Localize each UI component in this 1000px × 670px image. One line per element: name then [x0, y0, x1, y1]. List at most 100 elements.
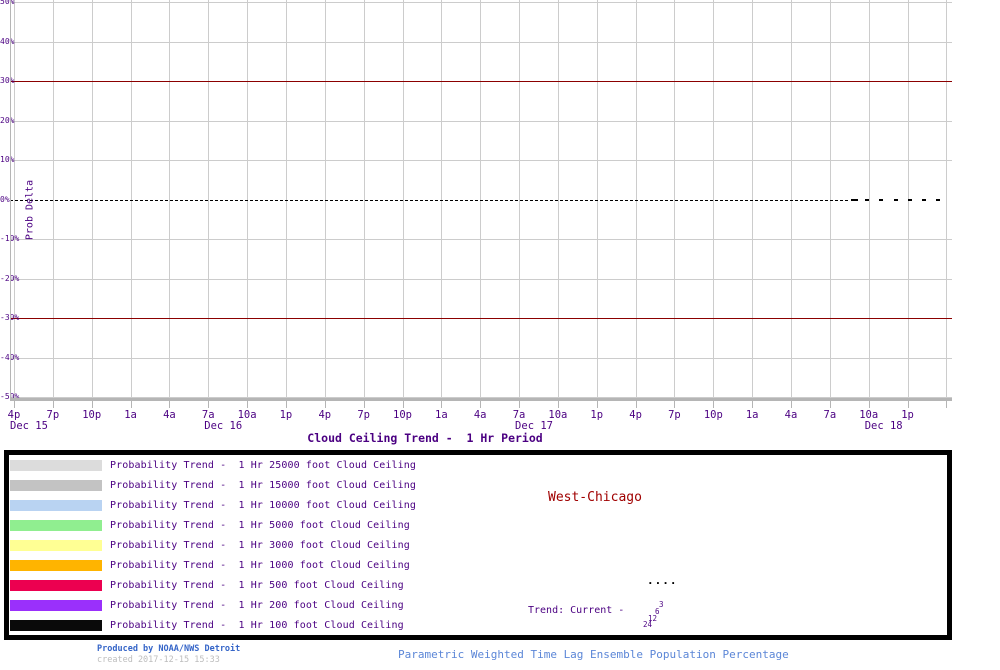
- station-label: West-Chicago: [548, 490, 642, 505]
- x-tick-label: 10a: [237, 409, 257, 421]
- y-gridline: [10, 2, 952, 3]
- cloud-ceiling-trend-chart: 4p 7p 10p 1a 4a 7a 10a 1p 4p 7p 10p 1a 4a 7a 10a 1p 4p 7p…: [0, 0, 1000, 670]
- x-tick-mark: [208, 401, 210, 408]
- x-tick-mark: [946, 401, 948, 408]
- plot-area: 4p 7p 10p 1a 4a 7a 10a 1p 4p 7p 10p 1a 4a 7a 10a 1p 4p 7p…: [0, 0, 1000, 450]
- legend-swatch: [10, 500, 102, 511]
- y-gridline: [10, 160, 952, 161]
- x-tick-label: 1p: [590, 409, 604, 421]
- legend-swatch: [10, 540, 102, 551]
- x-tick-mark: [752, 401, 754, 408]
- y-axis-title: Prob Delta: [24, 179, 36, 241]
- x-tick-label: 10a: [548, 409, 568, 421]
- x-gridline: [946, 0, 948, 398]
- x-tick-mark: [713, 401, 715, 408]
- x-date-label: Dec 17: [515, 420, 553, 432]
- x-tick-mark: [557, 401, 559, 408]
- legend-label: Probability Trend - 1 Hr 25000 foot Clou…: [110, 460, 417, 471]
- x-tick-mark: [791, 401, 792, 408]
- y-tick-label: 40%: [0, 36, 15, 46]
- x-tick-label: 10p: [393, 409, 412, 421]
- x-date-label: Dec 15: [10, 420, 48, 432]
- x-tick-label: 1a: [435, 409, 448, 421]
- y-gridline: [10, 41, 952, 43]
- x-tick-label: 10p: [703, 409, 723, 421]
- y-tick-label: 10%: [0, 155, 15, 164]
- x-tick-mark: [519, 401, 521, 408]
- x-tick-mark: [363, 401, 365, 408]
- x-tick-label: 7p: [668, 409, 681, 421]
- legend-label: Probability Trend - 1 Hr 15000 foot Clou…: [110, 480, 417, 491]
- zero-line-data-dash: [851, 198, 858, 201]
- x-tick-label: 10a: [859, 409, 879, 421]
- x-tick-label: 10p: [82, 409, 102, 421]
- x-tick-mark: [14, 401, 15, 408]
- x-tick-label: 4a: [473, 409, 487, 421]
- legend-label: Probability Trend - 1 Hr 100 foot Cloud …: [110, 620, 404, 631]
- x-tick-mark: [324, 401, 326, 408]
- y-tick-label: 20%: [0, 115, 15, 125]
- footer-method-label: Parametric Weighted Time Lag Ensemble Po…: [398, 648, 789, 661]
- trend-hour-24: 24: [643, 620, 653, 629]
- x-tick-mark: [829, 401, 831, 408]
- x-tick-mark: [635, 401, 637, 408]
- x-tick-label: 1p: [279, 409, 293, 421]
- y-tick-label: 50%: [0, 0, 15, 6]
- x-tick-mark: [441, 401, 443, 408]
- x-tick-mark: [480, 401, 482, 408]
- y-tick-label: 30%: [0, 76, 15, 85]
- x-tick-label: 7a: [512, 409, 526, 421]
- x-tick-label: 4p: [629, 409, 642, 421]
- zero-dashed-line: [10, 199, 850, 201]
- x-tick-label: 1p: [901, 409, 914, 421]
- legend-swatch: [10, 560, 102, 571]
- x-tick-label: 7p: [357, 409, 370, 421]
- x-tick-label: 1a: [745, 409, 759, 421]
- y-gridline: [10, 357, 952, 359]
- legend-swatch: [10, 480, 102, 491]
- legend-label: Probability Trend - 1 Hr 200 foot Cloud …: [110, 600, 404, 611]
- x-tick-mark: [285, 401, 287, 408]
- x-axis-line: [10, 398, 952, 401]
- x-tick-mark: [402, 401, 404, 408]
- x-tick-label: 4a: [784, 409, 798, 421]
- legend-label: Probability Trend - 1 Hr 500 foot Cloud …: [110, 580, 404, 591]
- legend-swatch: [10, 600, 102, 611]
- x-tick-mark: [596, 401, 598, 408]
- zero-line-data-dash: [922, 198, 926, 201]
- legend-label: Probability Trend - 1 Hr 10000 foot Clou…: [110, 500, 417, 511]
- x-tick-mark: [52, 401, 54, 408]
- x-date-label: Dec 18: [864, 420, 903, 432]
- legend-swatch: [10, 580, 102, 591]
- x-tick-label: 7a: [201, 409, 215, 421]
- reference-line: [10, 81, 952, 82]
- x-tick-mark: [907, 401, 909, 408]
- x-tick-mark: [247, 401, 249, 408]
- chart-title: Cloud Ceiling Trend - 1 Hr Period: [307, 431, 543, 445]
- x-tick-mark: [169, 401, 171, 408]
- x-tick-label: 4a: [163, 409, 176, 421]
- x-tick-label: 4p: [7, 409, 21, 421]
- zero-line-data-dash: [865, 198, 870, 201]
- reference-line: [10, 318, 952, 319]
- x-tick-mark: [91, 401, 93, 408]
- zero-line-data-dash: [879, 198, 884, 201]
- x-tick-label: 4p: [318, 409, 332, 421]
- zero-line-data-dash: [907, 198, 912, 201]
- y-gridline: [10, 120, 952, 122]
- x-tick-label: 7a: [823, 409, 837, 421]
- footer-created-timestamp: created 2017-12-15 15:33: [97, 655, 220, 665]
- legend: Probability Trend - 1 Hr 25000 foot Clou…: [4, 450, 952, 640]
- x-tick-label: 1a: [124, 409, 137, 421]
- legend-swatch: [10, 620, 102, 631]
- y-axis-line: [10, 0, 11, 400]
- legend-label: Probability Trend - 1 Hr 1000 foot Cloud…: [110, 560, 410, 571]
- x-tick-mark: [130, 401, 132, 408]
- y-gridline: [10, 239, 952, 240]
- footer-produced-by: Produced by NOAA/NWS Detroit: [97, 644, 241, 654]
- legend-label: Probability Trend - 1 Hr 5000 foot Cloud…: [110, 520, 410, 531]
- zero-line-data-dash: [893, 198, 898, 201]
- y-gridline: [10, 278, 952, 280]
- legend-swatch: [10, 460, 102, 471]
- x-tick-mark: [674, 401, 676, 408]
